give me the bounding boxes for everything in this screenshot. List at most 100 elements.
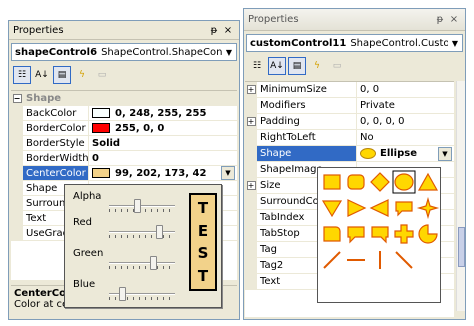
shape-picker-popup (317, 167, 441, 303)
property-value: 99, 202, 173, 42 (115, 167, 207, 179)
property-value[interactable]: 0 (89, 151, 237, 165)
chevron-down-icon[interactable]: ▼ (438, 146, 452, 161)
ellipse-shape-icon[interactable] (392, 170, 416, 194)
properties-icon[interactable]: ▤ (288, 57, 306, 75)
right-toolbar: ☷ A↓ ▤ ϟ ▭ (244, 55, 465, 77)
property-name: Modifiers (257, 98, 357, 113)
pin-icon[interactable]: ᵽ (433, 14, 447, 25)
triangle-left-shape-icon[interactable] (369, 199, 389, 217)
property-value[interactable]: 0, 0, 0, 0 (357, 114, 454, 129)
slider-thumb[interactable] (155, 225, 163, 239)
rounded-tab-shape-icon[interactable] (323, 226, 341, 242)
blue-slider[interactable]: Blue (71, 279, 181, 301)
property-value[interactable]: Solid (89, 136, 237, 150)
balloon-shape-icon[interactable] (395, 201, 413, 217)
slider-thumb[interactable] (149, 256, 157, 270)
slider-label: Blue (73, 279, 96, 290)
property-name: BackColor (23, 106, 89, 120)
property-name: RightToLeft (257, 130, 357, 145)
property-row-modifiers[interactable]: Modifiers Private (245, 98, 454, 114)
object-type: ShapeControl.ShapeContr (101, 46, 222, 58)
alphabetical-icon[interactable]: A↓ (33, 66, 51, 84)
color-swatch (92, 108, 110, 118)
object-selector[interactable]: customControl11 ShapeControl.CustomCo ▼ (246, 34, 463, 52)
property-row-borderstyle[interactable]: BorderStyle Solid (11, 136, 237, 151)
property-value[interactable]: No (357, 130, 454, 145)
property-value: 255, 0, 0 (115, 122, 165, 134)
triangle-down-shape-icon[interactable] (321, 200, 343, 218)
color-swatch (92, 123, 110, 133)
alpha-slider[interactable]: Alpha (71, 191, 181, 213)
slider-thumb[interactable] (118, 287, 126, 301)
property-row-bordercolor[interactable]: BorderColor 255, 0, 0 (11, 121, 237, 136)
property-row-shape[interactable]: Shape Ellipse ▼ (245, 146, 454, 162)
property-name: MinimumSize (257, 82, 357, 97)
speech-bubble-right-shape-icon[interactable] (371, 226, 389, 244)
property-value[interactable]: Private (357, 98, 454, 113)
left-toolbar: ☷ A↓ ▤ ϟ ▭ (9, 64, 239, 86)
diamond-shape-icon[interactable] (370, 172, 390, 192)
expand-icon[interactable]: + (246, 117, 256, 126)
close-icon[interactable]: × (447, 14, 461, 25)
right-panel-titlebar: Properties ᵽ × (244, 9, 465, 31)
triangle-right-shape-icon[interactable] (347, 199, 367, 217)
cross-shape-icon[interactable] (394, 224, 414, 244)
property-pages-icon[interactable]: ▭ (328, 57, 346, 75)
rectangle-shape-icon[interactable] (323, 174, 341, 190)
property-name: CenterColor (23, 166, 89, 180)
property-row-minimumsize[interactable]: + MinimumSize 0, 0 (245, 82, 454, 98)
property-row-borderwidth[interactable]: BorderWidth 0 (11, 151, 237, 166)
close-icon[interactable]: × (221, 25, 235, 36)
scrollbar-thumb[interactable] (458, 227, 465, 267)
line-diagonal-up-shape-icon[interactable] (323, 251, 341, 269)
line-diagonal-down-shape-icon[interactable] (395, 251, 413, 269)
property-row-centercolor[interactable]: CenterColor 99, 202, 173, 42 ▼ (11, 166, 237, 181)
pin-icon[interactable]: ᵽ (207, 25, 221, 36)
expand-icon[interactable]: + (246, 85, 256, 94)
property-row-padding[interactable]: + Padding 0, 0, 0, 0 (245, 114, 454, 130)
property-value[interactable]: 0, 0 (357, 82, 454, 97)
color-swatch (92, 168, 110, 178)
red-slider[interactable]: Red (71, 217, 181, 239)
chevron-down-icon[interactable]: ▼ (222, 44, 236, 60)
categorized-icon[interactable]: ☷ (13, 66, 31, 84)
property-value: 0, 248, 255, 255 (115, 107, 207, 119)
property-row-backcolor[interactable]: BackColor 0, 248, 255, 255 (11, 106, 237, 121)
right-panel-title: Properties (248, 14, 299, 25)
preview-letter: S (197, 244, 209, 263)
slider-label: Red (73, 217, 92, 228)
events-icon[interactable]: ϟ (73, 66, 91, 84)
star-shape-icon[interactable] (416, 196, 440, 220)
collapse-icon[interactable]: − (12, 93, 22, 103)
triangle-up-shape-icon[interactable] (417, 172, 439, 191)
property-name: BorderStyle (23, 136, 89, 150)
rounded-rectangle-shape-icon[interactable] (347, 174, 365, 190)
property-name: BorderWidth (23, 151, 89, 165)
property-name: BorderColor (23, 121, 89, 135)
expand-icon[interactable]: + (246, 181, 256, 190)
preview-letter: T (197, 199, 209, 218)
speech-bubble-left-shape-icon[interactable] (347, 226, 365, 244)
left-panel-titlebar: Properties ᵽ × (9, 21, 239, 40)
object-selector[interactable]: shapeControl6 ShapeControl.ShapeContr ▼ (11, 43, 237, 61)
property-name: Padding (257, 114, 357, 129)
category-label: Shape (26, 92, 62, 104)
pie-shape-icon[interactable] (418, 224, 438, 244)
category-row[interactable]: − Shape (11, 91, 237, 106)
left-panel-title: Properties (13, 24, 64, 36)
property-row-righttoleft[interactable]: RightToLeft No (245, 130, 454, 146)
slider-thumb[interactable] (134, 199, 142, 213)
categorized-icon[interactable]: ☷ (248, 57, 266, 75)
properties-icon[interactable]: ▤ (53, 66, 71, 84)
green-slider[interactable]: Green (71, 248, 181, 270)
chevron-down-icon[interactable]: ▼ (221, 166, 235, 180)
chevron-down-icon[interactable]: ▼ (448, 39, 462, 48)
property-pages-icon[interactable]: ▭ (93, 66, 111, 84)
slider-label: Green (73, 248, 104, 259)
preview-letter: E (197, 221, 209, 240)
object-type: ShapeControl.CustomCo (350, 37, 448, 49)
events-icon[interactable]: ϟ (308, 57, 326, 75)
color-editor-popup: Alpha Red Green Blue T E S T (64, 184, 222, 308)
right-scrollbar[interactable] (456, 81, 465, 311)
alphabetical-icon[interactable]: A↓ (268, 57, 286, 75)
